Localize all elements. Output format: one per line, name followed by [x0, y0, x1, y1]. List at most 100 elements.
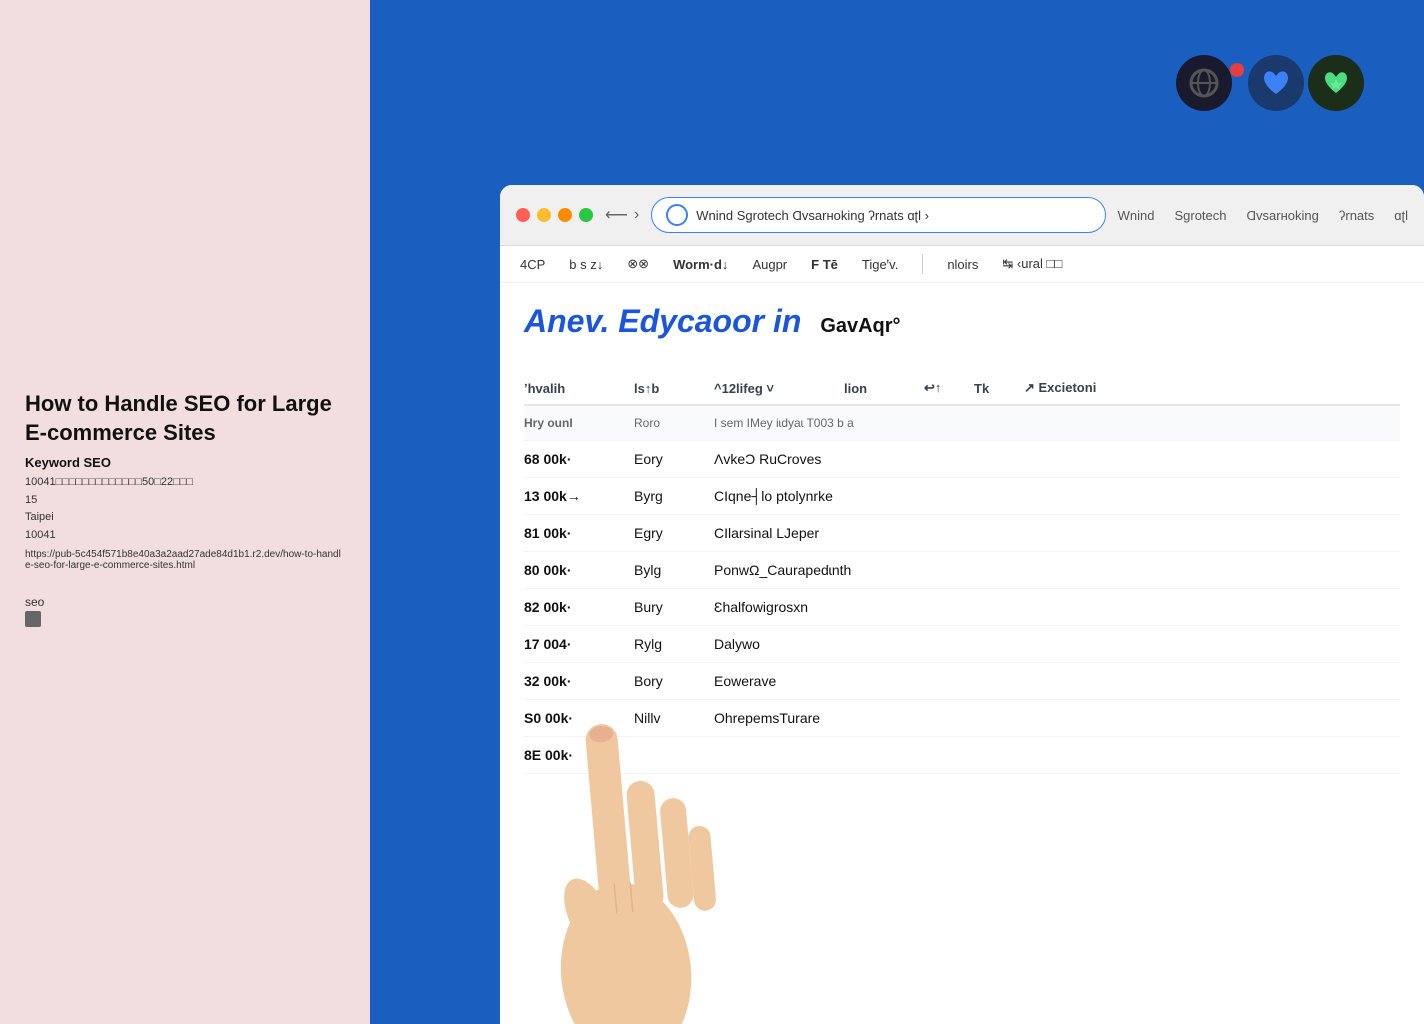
traffic-lights	[516, 208, 593, 222]
sidebar: How to Handle SEO for Large E-commerce S…	[0, 0, 370, 1024]
nav-item-3[interactable]: ⊗⊗	[627, 256, 649, 272]
nav-item-augpr-text: Augpr	[752, 257, 787, 272]
row-num-4: 82 00k·	[524, 599, 634, 615]
row-num-8: 8E 00k·	[524, 747, 634, 763]
nav-icon-2-text: b s z↓	[569, 257, 603, 272]
nav-item-nloirs-text: nloirs	[947, 257, 978, 272]
nav-item-worn-ji-text: Worm·d↓	[673, 257, 728, 272]
sidebar-meta-line4: 10041	[25, 527, 345, 545]
sidebar-meta-line2: 15	[25, 492, 345, 510]
row-desc-4: Ɛhalfowigrosxn	[714, 599, 1400, 615]
row-num-3: 80 00k·	[524, 562, 634, 578]
address-text: Wnind Sɡrotech Ɑvsarнoking ʔrnats ɑʈl ›	[696, 208, 929, 223]
row-type-5: Rylg	[634, 636, 714, 652]
traffic-light-red[interactable]	[516, 208, 530, 222]
row-type-3: Bylg	[634, 562, 714, 578]
red-dot-icon	[1230, 63, 1244, 77]
nav-item-to[interactable]: F Tē	[811, 257, 838, 272]
row-num-2: 81 00k·	[524, 525, 634, 541]
row-type-7: Nillv	[634, 710, 714, 726]
page-title-main: Anev. Edycaoor in	[524, 303, 801, 339]
browser-content: Anev. Edycaoor in GavAqr° ʼhvalih ls↑b ^…	[500, 283, 1424, 794]
page-title: Anev. Edycaoor in GavAqr°	[524, 303, 901, 340]
row-num-7: S0 00k·	[524, 710, 634, 726]
th-col2: ls↑b	[634, 381, 714, 396]
nav-item-1[interactable]: 4CP	[520, 257, 545, 272]
nav-item-augpr[interactable]: Augpr	[752, 257, 787, 272]
traffic-light-green[interactable]	[579, 208, 593, 222]
address-circle-icon	[666, 204, 688, 226]
toolbar-btn-1[interactable]: Wnind	[1118, 208, 1155, 223]
browser-nav-toolbar: 4CP b s z↓ ⊗⊗ Worm·d↓ Augpr F Tē Tigeꞌv.	[500, 246, 1424, 283]
sidebar-meta-line1: 10041□□□□□□□□□□□□□50□22□□□	[25, 474, 345, 492]
table-row: 68 00k· Eory ɅvkeƆ RuCroves	[524, 441, 1400, 478]
nav-icon-3-text: ⊗⊗	[627, 256, 649, 272]
th-col4: lion	[844, 381, 924, 396]
row-type-0: Eory	[634, 451, 714, 467]
sidebar-meta-line3: Taipei	[25, 509, 345, 527]
table-row: 32 00k· Bory Eowerave	[524, 663, 1400, 700]
toolbar-btn-2[interactable]: Sɡrotech	[1174, 208, 1226, 223]
sidebar-url: https://pub-5c454f571b8e40a3a2aad27ade84…	[25, 549, 345, 571]
table-rows: 68 00k· Eory ɅvkeƆ RuCroves 13 00k→ Byrg…	[524, 441, 1400, 774]
nav-item-tigenv[interactable]: Tigeꞌv.	[862, 257, 898, 272]
table-row: 81 00k· Egry CIlarsinal LJeper	[524, 515, 1400, 552]
table-row: 17 004· Rylg Dalywo	[524, 626, 1400, 663]
main-area: ⟵ › Wnind Sɡrotech Ɑvsarнoking ʔrnats ɑʈ…	[370, 0, 1424, 1024]
th-col5: ↩↑	[924, 380, 974, 396]
traffic-light-yellow[interactable]	[537, 208, 551, 222]
nav-item-ural-text: ↹ ‹ural □□	[1002, 256, 1062, 272]
th-col6: Tk	[974, 381, 1024, 396]
subh-col1: Hry ounI	[524, 416, 634, 430]
browser-window: ⟵ › Wnind Sɡrotech Ɑvsarнoking ʔrnats ɑʈ…	[500, 185, 1424, 1024]
th-col1: ʼhvalih	[524, 381, 634, 396]
back-button[interactable]: ⟵	[605, 205, 628, 225]
toolbar-btn-3[interactable]: Ɑvsarнoking	[1247, 208, 1319, 223]
row-num-5: 17 004·	[524, 636, 634, 652]
table-row: 80 00k· Bylg PonwΩ_Caurapedɩnth	[524, 552, 1400, 589]
nav-item-worn-ji[interactable]: Worm·d↓	[673, 257, 728, 272]
row-desc-1: CIqne┤lo ptolynrke	[714, 488, 1400, 504]
subh-col3: I sem IMey iɩdyaɩ T003 b a	[714, 416, 1400, 430]
table-row: 13 00k→ Byrg CIqne┤lo ptolynrke	[524, 478, 1400, 515]
table-row: S0 00k· Nillv OhrepemsTurare	[524, 700, 1400, 737]
row-desc-7: OhrepemsTurare	[714, 710, 1400, 726]
row-num-0: 68 00k·	[524, 451, 634, 467]
nav-separator	[922, 254, 923, 274]
nav-item-nloirs[interactable]: nloirs	[947, 257, 978, 272]
table-subheader: Hry ounI Roro I sem IMey iɩdyaɩ T003 b a	[524, 406, 1400, 441]
sidebar-title: How to Handle SEO for Large E-commerce S…	[25, 390, 345, 447]
row-desc-2: CIlarsinal LJeper	[714, 525, 1400, 541]
sidebar-tag-icon	[25, 611, 41, 627]
nav-item-ural[interactable]: ↹ ‹ural □□	[1002, 256, 1062, 272]
th-col3: ^12lifeg ˅	[714, 381, 844, 396]
nav-buttons: ⟵ ›	[605, 205, 639, 225]
top-icons-row	[1176, 55, 1364, 111]
nav-item-tigenv-text: Tigeꞌv.	[862, 257, 898, 272]
th-col7: ↗ Excietoni	[1024, 380, 1400, 396]
toolbar-btn-5[interactable]: ɑʈl	[1394, 208, 1408, 223]
nav-item-to-text: F Tē	[811, 257, 838, 272]
nav-icon-1-text: 4CP	[520, 257, 545, 272]
row-desc-3: PonwΩ_Caurapedɩnth	[714, 562, 1400, 578]
row-desc-5: Dalywo	[714, 636, 1400, 652]
table-row: 8E 00k·	[524, 737, 1400, 774]
sidebar-subtitle: Keyword SEO	[25, 455, 345, 470]
page-title-suffix: GavAqr°	[820, 315, 900, 337]
row-type-6: Bory	[634, 673, 714, 689]
traffic-light-orange[interactable]	[558, 208, 572, 222]
browser-chrome-bar: ⟵ › Wnind Sɡrotech Ɑvsarнoking ʔrnats ɑʈ…	[500, 185, 1424, 246]
browser-icon-2	[1248, 55, 1304, 111]
row-desc-0: ɅvkeƆ RuCroves	[714, 451, 1400, 467]
row-num-1: 13 00k→	[524, 488, 634, 504]
row-desc-6: Eowerave	[714, 673, 1400, 689]
address-bar[interactable]: Wnind Sɡrotech Ɑvsarнoking ʔrnats ɑʈl ›	[651, 197, 1105, 233]
row-type-2: Egry	[634, 525, 714, 541]
forward-button[interactable]: ›	[634, 206, 639, 224]
browser-icon-1	[1176, 55, 1232, 111]
nav-item-2[interactable]: b s z↓	[569, 257, 603, 272]
browser-icon-3	[1308, 55, 1364, 111]
browser-toolbar-buttons: Wnind Sɡrotech Ɑvsarнoking ʔrnats ɑʈl	[1118, 208, 1408, 223]
subh-col2: Roro	[634, 416, 714, 430]
toolbar-btn-4[interactable]: ʔrnats	[1339, 208, 1374, 223]
